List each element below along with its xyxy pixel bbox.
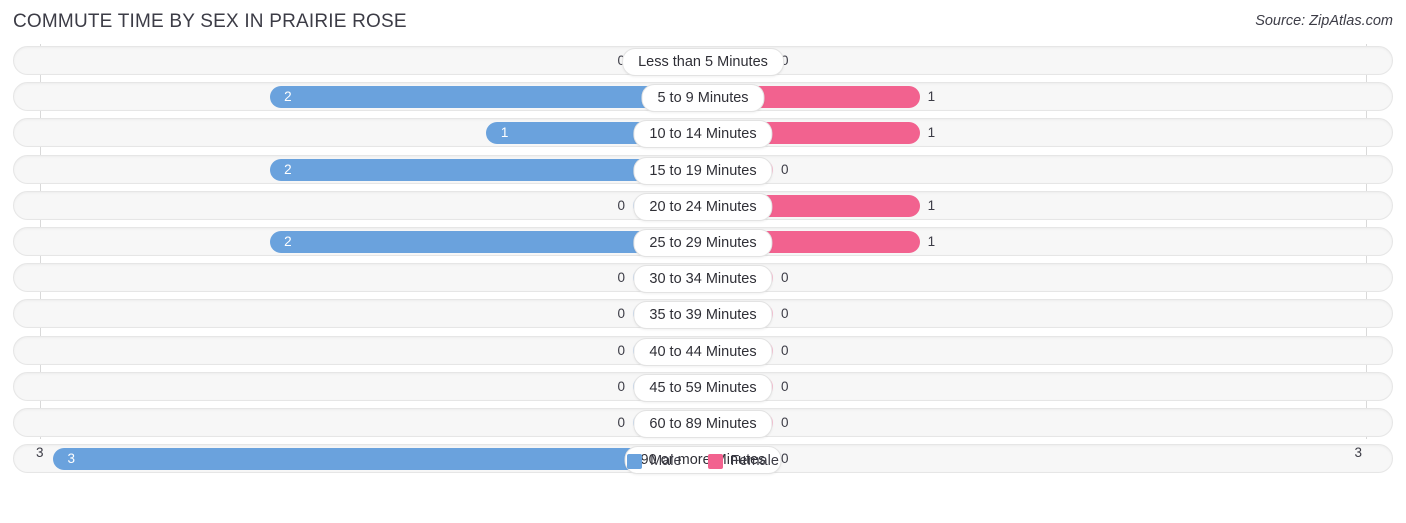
bar-value-male: 0 bbox=[617, 197, 625, 213]
bar-row-label: 35 to 39 Minutes bbox=[633, 301, 773, 330]
bar-value-female: 0 bbox=[781, 342, 789, 358]
bar-row[interactable]: 0 0 45 to 59 Minutes bbox=[0, 370, 1406, 406]
bar-value-female: 0 bbox=[781, 414, 789, 430]
chart-header: COMMUTE TIME BY SEX IN PRAIRIE ROSE Sour… bbox=[0, 0, 1406, 44]
bar-row[interactable]: 0 0 40 to 44 Minutes bbox=[0, 334, 1406, 370]
page-title: COMMUTE TIME BY SEX IN PRAIRIE ROSE bbox=[13, 11, 407, 32]
bar-value-female: 1 bbox=[927, 89, 936, 105]
bar-value-male: 2 bbox=[284, 233, 292, 249]
bar-row[interactable]: 00Less than 5 Minutes bbox=[0, 44, 1406, 80]
bar-row-label: 45 to 59 Minutes bbox=[633, 373, 773, 402]
bar-row[interactable]: 0 0 60 to 89 Minutes bbox=[0, 406, 1406, 442]
bar-row[interactable]: 2 0 15 to 19 Minutes bbox=[0, 153, 1406, 189]
bar-male[interactable] bbox=[269, 86, 703, 109]
bar-row-label: 20 to 24 Minutes bbox=[633, 192, 773, 221]
bar-row[interactable]: 0 0 30 to 34 Minutes bbox=[0, 261, 1406, 297]
bar-value-female: 1 bbox=[927, 197, 936, 213]
bar-value-female: 0 bbox=[781, 270, 789, 286]
chart-page: COMMUTE TIME BY SEX IN PRAIRIE ROSE Sour… bbox=[0, 0, 1406, 523]
bar-row[interactable]: 0 0 35 to 39 Minutes bbox=[0, 297, 1406, 333]
legend-swatch-male-icon bbox=[627, 453, 643, 469]
bar-row[interactable]: 2 1 5 to 9 Minutes bbox=[0, 80, 1406, 116]
bar-row-label: 30 to 34 Minutes bbox=[633, 265, 773, 294]
chart-legend: Male Female bbox=[0, 453, 1406, 469]
bar-value-male: 1 bbox=[500, 125, 509, 141]
bar-row-label: 40 to 44 Minutes bbox=[633, 337, 773, 366]
bar-value-male: 2 bbox=[284, 161, 292, 177]
bar-value-male: 2 bbox=[284, 89, 292, 105]
bar-row-label: 60 to 89 Minutes bbox=[633, 409, 773, 438]
bar-row-label: Less than 5 Minutes bbox=[622, 48, 784, 76]
bar-row-label: 10 to 14 Minutes bbox=[633, 120, 773, 149]
bar-value-female: 0 bbox=[781, 378, 789, 394]
bar-row[interactable]: 0 1 20 to 24 Minutes bbox=[0, 189, 1406, 225]
source-attribution: Source: ZipAtlas.com bbox=[1255, 13, 1393, 29]
legend-label-female: Female bbox=[730, 453, 779, 469]
plot-area: 00Less than 5 Minutes215 to 9 Minutes111… bbox=[0, 44, 1406, 481]
bar-value-female: 1 bbox=[927, 233, 936, 249]
legend-item-male[interactable]: Male bbox=[627, 453, 682, 469]
bar-row[interactable]: 1 1 10 to 14 Minutes bbox=[0, 116, 1406, 152]
legend-label-male: Male bbox=[650, 453, 682, 469]
bar-value-female: 0 bbox=[781, 161, 789, 177]
bar-row-label: 15 to 19 Minutes bbox=[633, 156, 773, 185]
bar-value-male: 0 bbox=[617, 306, 625, 322]
bar-rows: 00Less than 5 Minutes215 to 9 Minutes111… bbox=[0, 44, 1406, 478]
bar-value-female: 1 bbox=[927, 125, 936, 141]
bar-value-male: 0 bbox=[617, 270, 625, 286]
bar-row-label: 25 to 29 Minutes bbox=[633, 228, 773, 257]
bar-value-male: 0 bbox=[617, 378, 625, 394]
legend-swatch-female-icon bbox=[707, 453, 723, 469]
bar-value-male: 0 bbox=[617, 342, 625, 358]
bar-row-label: 5 to 9 Minutes bbox=[641, 84, 765, 113]
legend-item-female[interactable]: Female bbox=[707, 453, 779, 469]
bar-row[interactable]: 2 1 25 to 29 Minutes bbox=[0, 225, 1406, 261]
bar-value-male: 0 bbox=[617, 414, 625, 430]
bar-value-female: 0 bbox=[781, 306, 789, 322]
